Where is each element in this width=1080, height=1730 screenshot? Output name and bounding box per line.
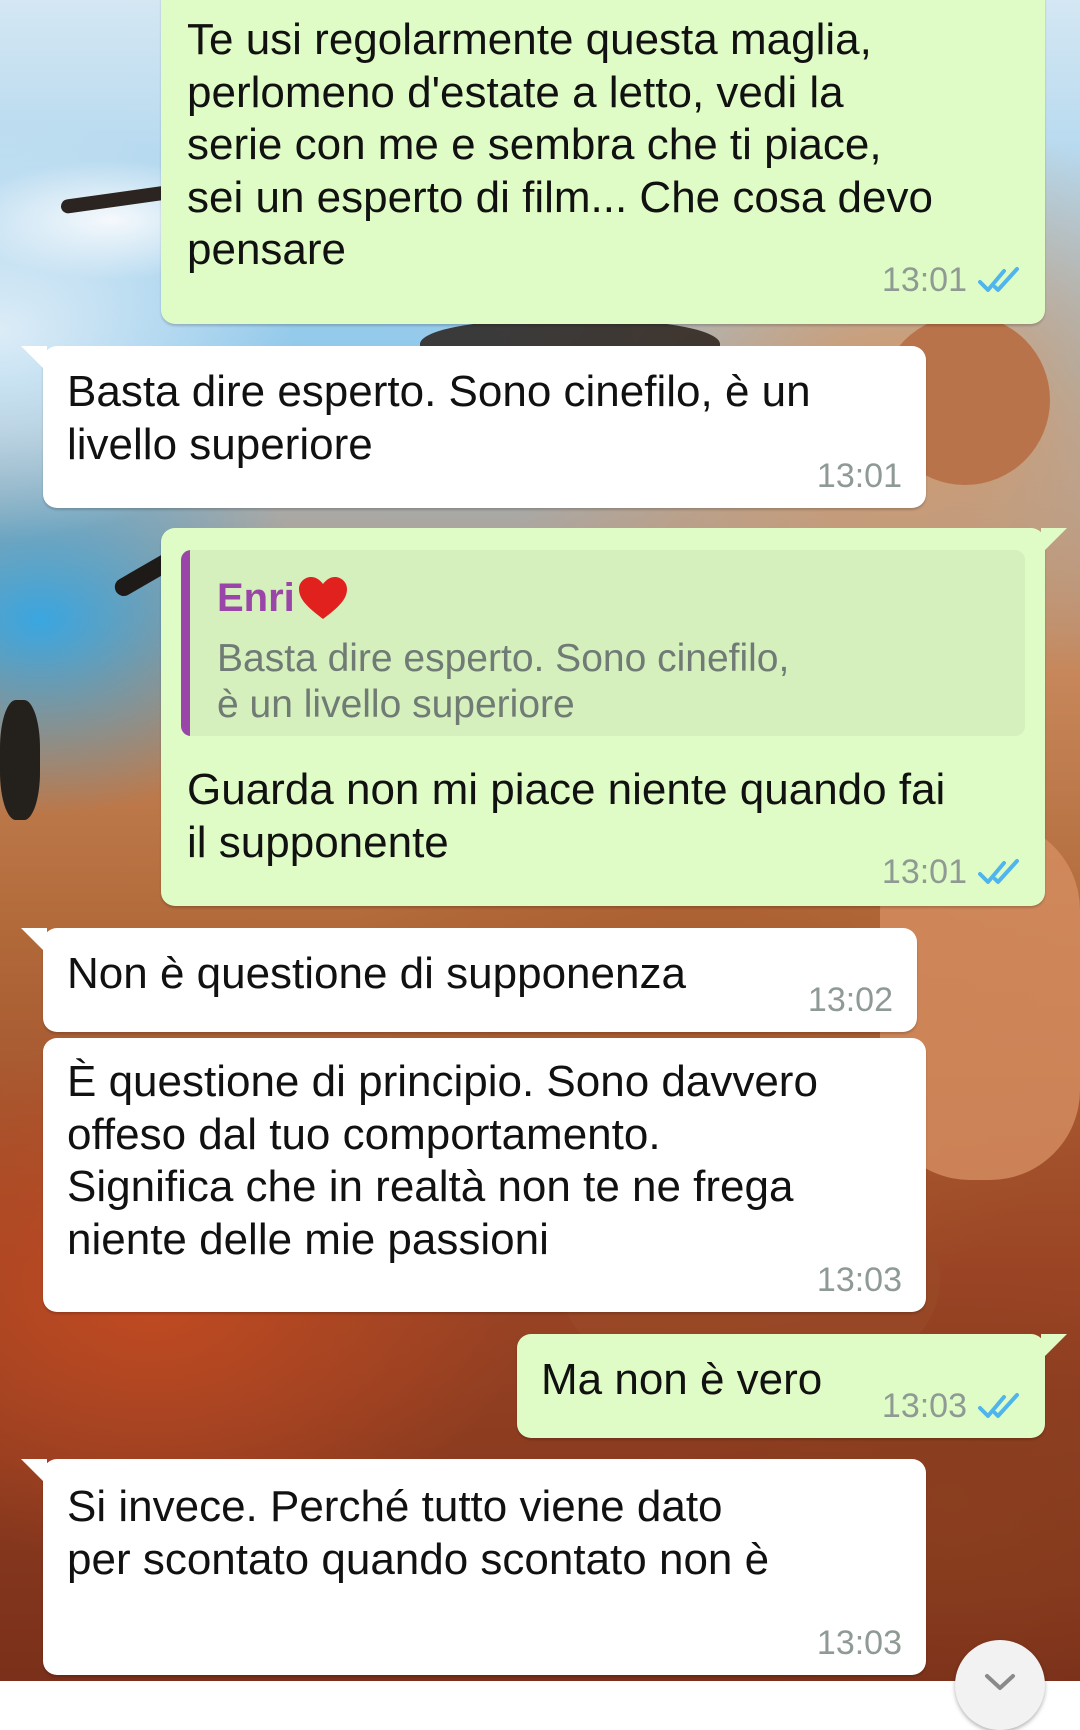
message-time: 13:03 xyxy=(816,1624,902,1662)
message-bubble-outgoing[interactable]: Ma non è vero 13:03 xyxy=(517,1334,1067,1438)
message-text: Ma non è vero xyxy=(541,1355,823,1404)
bubble-tail xyxy=(21,346,47,372)
scroll-down-icon xyxy=(985,1674,1015,1690)
double-check-icon xyxy=(978,267,1019,293)
heart-icon xyxy=(298,577,347,620)
message-time: 13:03 xyxy=(816,1261,902,1299)
bubble-tail xyxy=(1041,1334,1067,1360)
wallpaper-detail xyxy=(0,700,40,820)
message-bubble-incoming[interactable]: Basta dire esperto. Sono cinefilo, è un … xyxy=(21,346,926,508)
message-text: Basta dire esperto. Sono cinefilo, è un … xyxy=(67,367,811,469)
message-time: 13:03 xyxy=(881,1387,967,1425)
message-bubble-incoming[interactable]: Si invece. Perché tutto viene dato per s… xyxy=(21,1459,926,1675)
quoted-message[interactable]: Enri Basta dire esperto. Sono cinefilo, … xyxy=(181,550,1025,736)
message-time: 13:02 xyxy=(807,981,893,1019)
double-check-icon xyxy=(978,859,1019,885)
bubble-tail xyxy=(1041,528,1067,554)
message-time: 13:01 xyxy=(881,853,967,891)
message-text: Si invece. Perché tutto viene dato per s… xyxy=(67,1482,770,1584)
message-bubble-incoming[interactable]: Non è questione di supponenza 13:02 xyxy=(21,928,917,1032)
quote-text: Basta dire esperto. Sono cinefilo, è un … xyxy=(217,637,790,726)
message-time: 13:01 xyxy=(816,457,902,495)
message-text: Te usi regolarmente questa maglia, perlo… xyxy=(187,15,933,274)
double-check-icon xyxy=(978,1393,1019,1419)
quote-author: Enri xyxy=(217,576,295,620)
message-bubble-outgoing[interactable]: Te usi regolarmente questa maglia, perlo… xyxy=(161,0,1045,324)
message-text: Guarda non mi piace niente quando fai il… xyxy=(187,765,946,867)
quote-accent-bar xyxy=(181,550,190,736)
message-text: Non è questione di supponenza xyxy=(67,949,686,998)
message-time: 13:01 xyxy=(881,261,967,299)
message-text: È questione di principio. Sono davvero o… xyxy=(67,1057,818,1264)
bubble-tail xyxy=(21,928,47,954)
bubble-tail xyxy=(21,1459,47,1485)
scroll-down-button[interactable] xyxy=(955,1640,1045,1730)
message-bubble-outgoing[interactable]: Enri Basta dire esperto. Sono cinefilo, … xyxy=(161,528,1067,906)
message-bubble-incoming[interactable]: È questione di principio. Sono davvero o… xyxy=(43,1038,926,1312)
